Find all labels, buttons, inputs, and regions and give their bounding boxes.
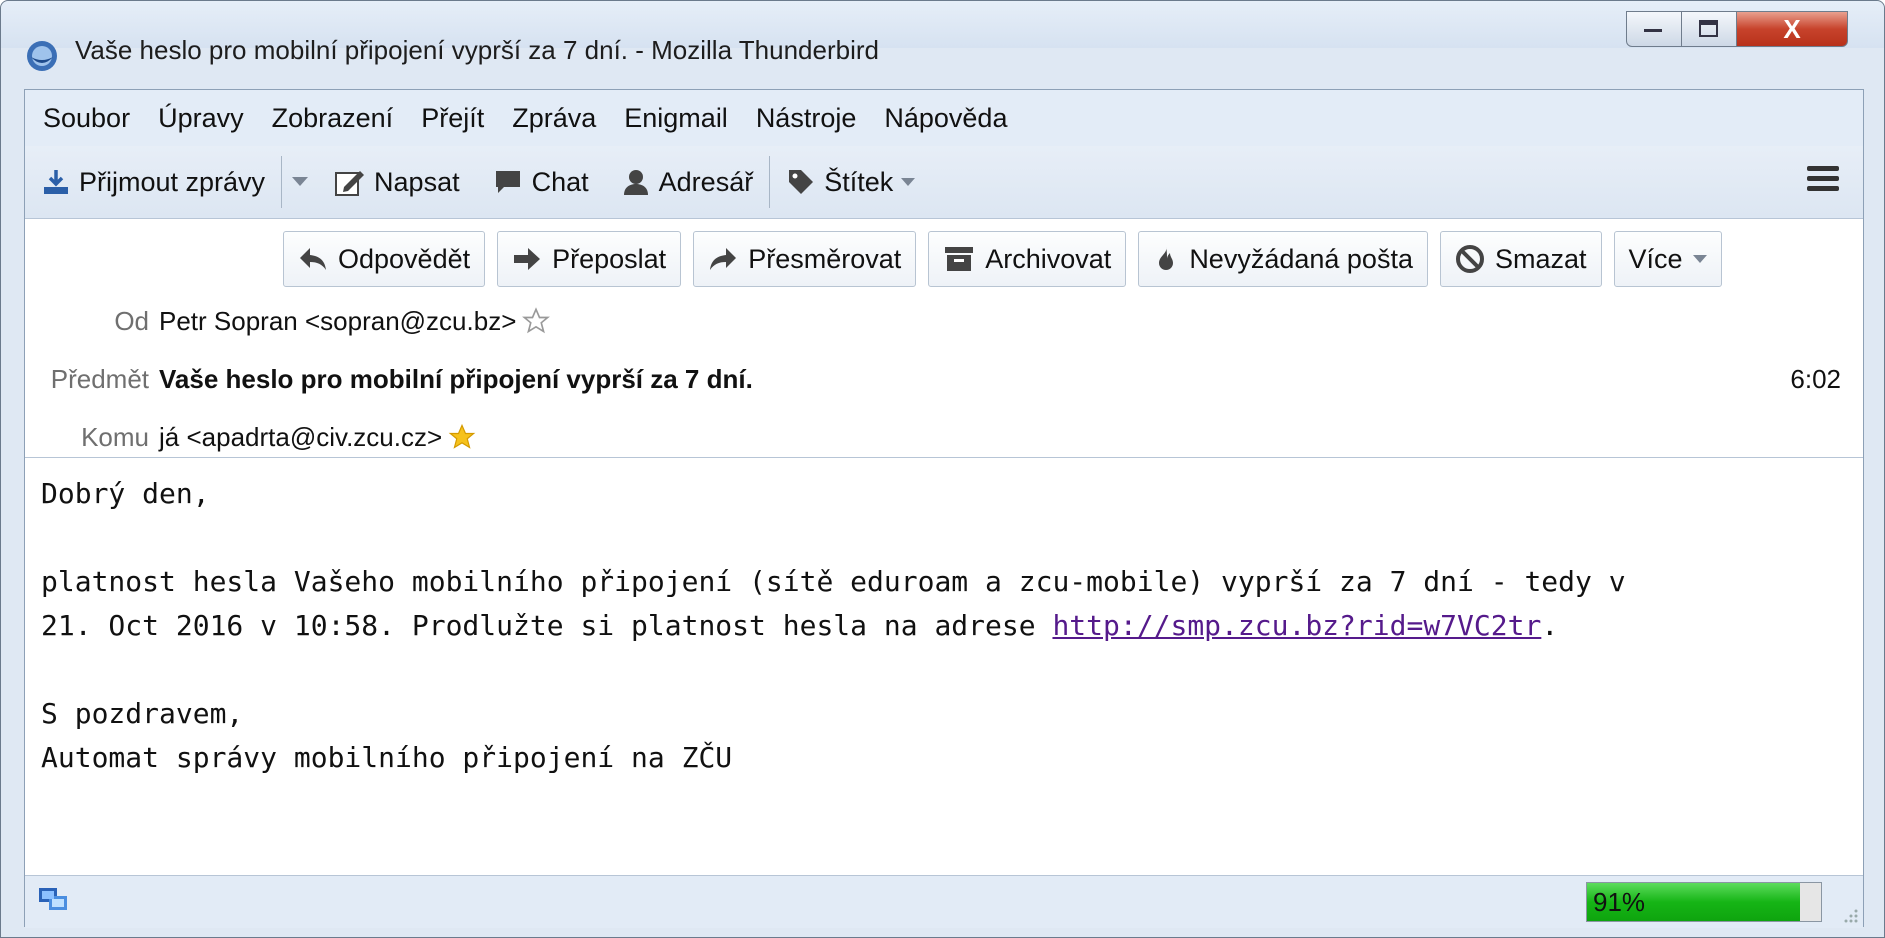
download-icon: [44, 170, 68, 194]
menu-prejit[interactable]: Přejít: [411, 103, 494, 134]
app-menu-icon[interactable]: [1805, 162, 1841, 196]
archive-button[interactable]: Archivovat: [928, 231, 1127, 287]
reply-label: Odpovědět: [338, 243, 471, 274]
minimize-icon: [1644, 29, 1662, 32]
delete-button[interactable]: Smazat: [1439, 231, 1602, 287]
message-header: Odpovědět Přeposlat Přesměrovat Archivov…: [25, 219, 1863, 458]
body-line2-end: .: [1541, 609, 1559, 642]
forward-label: Přeposlat: [552, 243, 667, 274]
get-messages-label: Přijmout zprávy: [79, 166, 266, 197]
reset-password-link[interactable]: http://smp.zcu.bz?rid=w7VC2tr: [1052, 609, 1541, 642]
junk-button[interactable]: Nevyžádaná pošta: [1138, 231, 1428, 287]
body-line1: platnost hesla Vašeho mobilního připojen…: [41, 565, 1626, 598]
body-signoff: S pozdravem,: [41, 697, 244, 730]
get-messages-dropdown[interactable]: [282, 154, 318, 210]
thunderbird-window: Vaše heslo pro mobilní připojení vyprší …: [0, 0, 1885, 938]
menu-napoveda[interactable]: Nápověda: [874, 103, 1017, 134]
tag-button[interactable]: Štítek: [770, 154, 931, 210]
status-bar: 91%: [25, 875, 1863, 928]
message-body: Dobrý den, platnost hesla Vašeho mobilní…: [25, 458, 1863, 848]
flame-icon: [1159, 247, 1174, 270]
menu-enigmail[interactable]: Enigmail: [614, 103, 738, 134]
menu-soubor[interactable]: Soubor: [33, 103, 140, 134]
archive-label: Archivovat: [985, 243, 1112, 274]
body-signature: Automat správy mobilního připojení na ZČ…: [41, 741, 733, 774]
main-area: Soubor Úpravy Zobrazení Přejít Zpráva En…: [24, 89, 1864, 928]
minimize-button[interactable]: [1626, 11, 1682, 47]
body-line2: 21. Oct 2016 v 10:58. Prodlužte si platn…: [41, 609, 1053, 642]
pencil-icon: [335, 171, 365, 196]
more-label: Více: [1628, 243, 1683, 274]
menu-zprava[interactable]: Zpráva: [502, 103, 606, 134]
to-label: Komu: [81, 421, 149, 452]
progress-bar: 91%: [1586, 882, 1822, 922]
reply-button[interactable]: Odpovědět: [283, 231, 486, 287]
menu-upravy[interactable]: Úpravy: [148, 103, 254, 134]
write-label: Napsat: [374, 166, 460, 197]
chat-bubble-icon: [495, 171, 520, 193]
maximize-button[interactable]: [1681, 11, 1737, 47]
menu-zobrazeni[interactable]: Zobrazení: [262, 103, 404, 134]
body-greeting: Dobrý den,: [41, 477, 210, 510]
write-button[interactable]: Napsat: [318, 154, 476, 210]
address-book-label: Adresář: [658, 166, 754, 197]
subject-row: Předmět Vaše heslo pro mobilní připojení…: [25, 357, 1863, 401]
to-row: Komu já <apadrta@civ.zcu.cz>: [25, 415, 1863, 459]
reply-icon: [300, 248, 326, 270]
delete-circle-icon: [1455, 245, 1484, 273]
resize-grip-icon[interactable]: [1841, 906, 1859, 924]
tag-icon: [789, 170, 814, 194]
chevron-down-icon: [901, 177, 916, 186]
chevron-down-icon: [1692, 254, 1707, 263]
subject-label: Předmět: [50, 363, 149, 394]
from-row: Od Petr Sopran <sopran@zcu.bz>: [25, 299, 1863, 343]
message-time: 6:02: [1790, 363, 1841, 394]
chat-button[interactable]: Chat: [476, 154, 605, 210]
from-address[interactable]: Petr Sopran <sopran@zcu.bz>: [159, 306, 516, 337]
redirect-button[interactable]: Přesměrovat: [693, 231, 917, 287]
redirect-icon: [710, 248, 737, 270]
menu-nastroje[interactable]: Nástroje: [746, 103, 867, 134]
more-button[interactable]: Více: [1613, 231, 1722, 287]
maximize-icon: [1699, 20, 1718, 37]
chevron-down-icon: [292, 177, 309, 186]
message-actions: Odpovědět Přeposlat Přesměrovat Archivov…: [283, 231, 1722, 287]
menu-bar: Soubor Úpravy Zobrazení Přejít Zpráva En…: [25, 90, 1863, 146]
to-address[interactable]: já <apadrta@civ.zcu.cz>: [159, 422, 442, 453]
star-outline-icon[interactable]: [522, 307, 551, 335]
window-title: Vaše heslo pro mobilní připojení vyprší …: [75, 35, 879, 65]
forward-arrow-icon: [514, 248, 541, 270]
subject-value: Vaše heslo pro mobilní připojení vyprší …: [159, 363, 753, 394]
redirect-label: Přesměrovat: [748, 243, 902, 274]
progress-label: 91%: [1593, 887, 1646, 917]
person-icon: [623, 170, 648, 195]
address-book-button[interactable]: Adresář: [605, 154, 770, 210]
archive-box-icon: [945, 247, 974, 271]
delete-label: Smazat: [1494, 243, 1587, 274]
tag-label: Štítek: [824, 166, 894, 197]
title-bar: Vaše heslo pro mobilní připojení vyprší …: [1, 1, 1884, 71]
forward-button[interactable]: Přeposlat: [497, 231, 682, 287]
thunderbird-app-icon: [27, 41, 57, 71]
main-toolbar: Přijmout zprávy Napsat Chat Adresář Štít…: [25, 146, 1863, 219]
star-filled-icon[interactable]: [448, 423, 476, 451]
get-messages-button[interactable]: Přijmout zprávy: [25, 154, 281, 210]
network-status-icon[interactable]: [37, 886, 71, 916]
chat-label: Chat: [531, 166, 589, 197]
junk-label: Nevyžádaná pošta: [1189, 243, 1413, 274]
from-label: Od: [114, 305, 149, 336]
close-button[interactable]: X: [1736, 11, 1848, 47]
close-icon: X: [1783, 13, 1801, 44]
